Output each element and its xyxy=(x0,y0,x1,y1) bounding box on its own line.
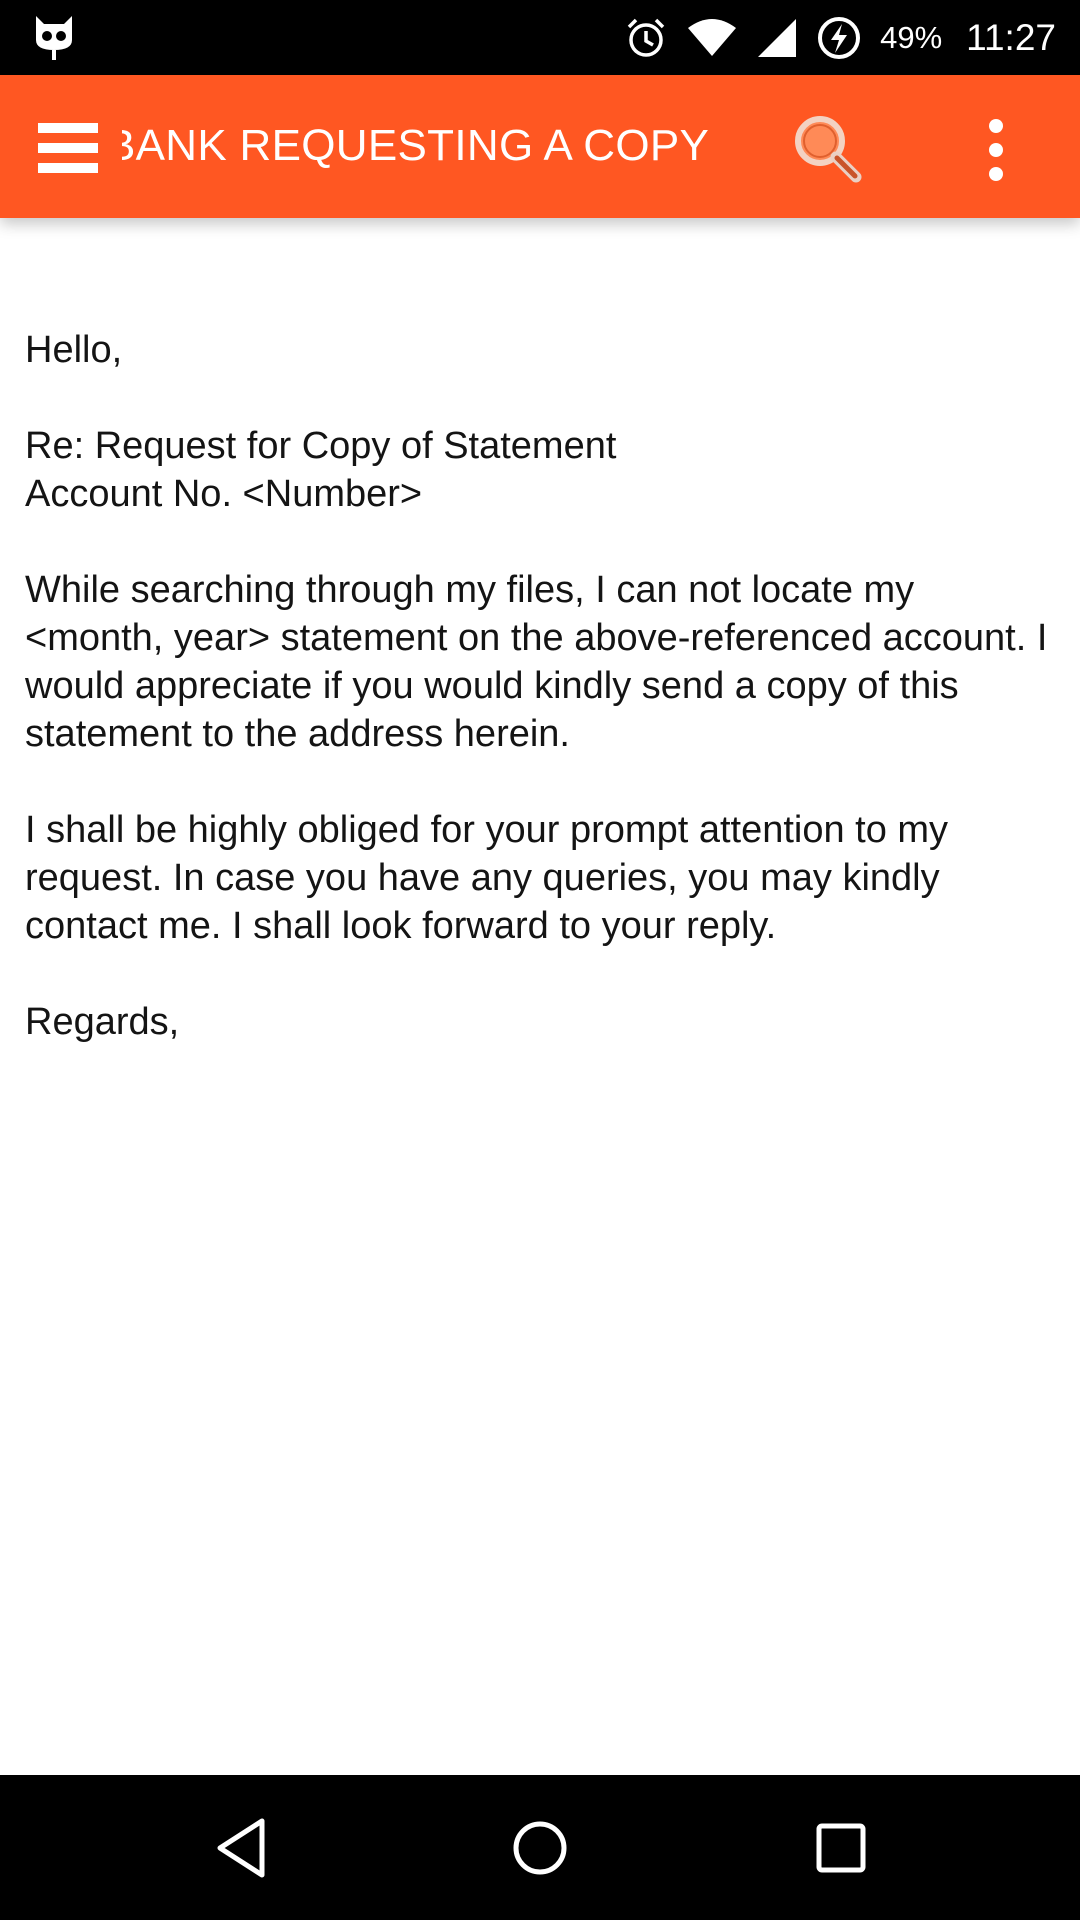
status-bar: 49% 11:27 xyxy=(0,0,1080,75)
battery-charging-icon xyxy=(818,16,861,59)
recents-square-icon[interactable] xyxy=(806,1813,876,1883)
hamburger-menu-icon[interactable] xyxy=(38,121,98,175)
letter-body: Hello, Re: Request for Copy of Statement… xyxy=(25,326,1055,1094)
letter-greeting: Hello, xyxy=(25,329,123,371)
alarm-icon xyxy=(627,18,665,57)
wifi-icon xyxy=(688,18,737,56)
navigation-bar xyxy=(0,1775,1080,1920)
status-icons: 49% 11:27 xyxy=(624,0,1056,75)
letter-paragraph-1: While searching through my files, I can … xyxy=(25,569,1048,755)
letter-account: Account No. <Number> xyxy=(25,473,423,515)
clock: 11:27 xyxy=(966,16,1056,58)
title-container: BANK REQUESTING A COPY OF STATEMENT xyxy=(122,75,722,218)
home-circle-icon[interactable] xyxy=(502,1813,578,1883)
search-icon[interactable] xyxy=(790,111,866,187)
back-triangle-icon[interactable] xyxy=(208,1813,278,1883)
cyanogen-mascot-icon xyxy=(36,16,72,60)
letter-closing: Regards, xyxy=(25,1001,180,1043)
letter-subject: Re: Request for Copy of Statement xyxy=(25,425,617,467)
cell-signal-icon xyxy=(758,18,797,57)
page-title: BANK REQUESTING A COPY OF STATEMENT xyxy=(122,121,722,170)
letter-paragraph-2: I shall be highly obliged for your promp… xyxy=(25,809,949,947)
app-bar: BANK REQUESTING A COPY OF STATEMENT xyxy=(0,75,1080,218)
battery-percentage: 49% xyxy=(880,19,943,55)
more-vertical-icon[interactable] xyxy=(976,117,1016,183)
